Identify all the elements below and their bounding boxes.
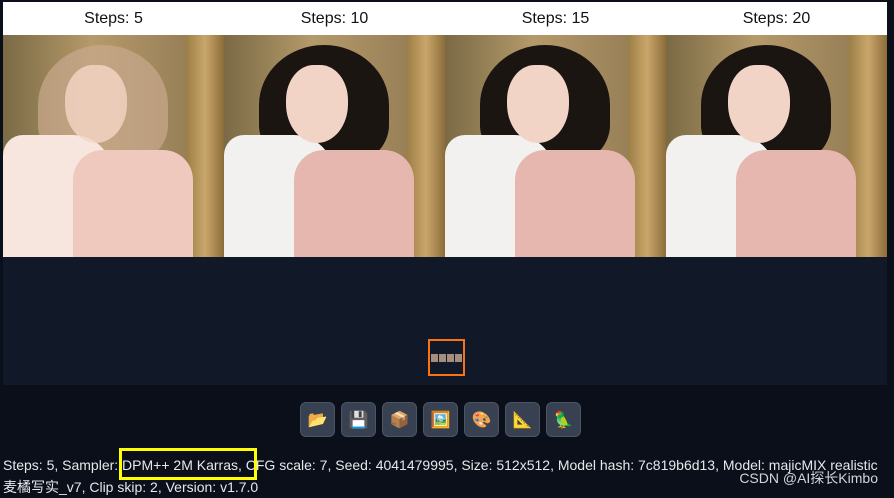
column-header-steps-10: Steps: 10 bbox=[300, 10, 369, 27]
column-header-steps-5: Steps: 5 bbox=[84, 10, 143, 27]
floppy-disk-icon: 💾 bbox=[348, 411, 369, 429]
parrot-icon: 🦜 bbox=[553, 411, 574, 429]
save-button[interactable]: 💾 bbox=[341, 402, 376, 437]
palette-icon: 🎨 bbox=[471, 411, 492, 429]
zip-button[interactable]: 📦 bbox=[382, 402, 417, 437]
send-to-extras-button[interactable]: 📐 bbox=[505, 402, 540, 437]
generated-image-steps-5[interactable] bbox=[3, 35, 224, 257]
output-toolbar: 📂 💾 📦 🖼️ 🎨 📐 🦜 bbox=[300, 402, 581, 439]
xy-plot-images[interactable] bbox=[3, 35, 887, 257]
generated-image-steps-15[interactable] bbox=[445, 35, 666, 257]
result-grid-panel: Steps: 5 Steps: 10 Steps: 15 Steps: 20 bbox=[3, 2, 887, 385]
send-to-parrot-button[interactable]: 🦜 bbox=[546, 402, 581, 437]
send-to-img2img-button[interactable]: 🖼️ bbox=[423, 402, 458, 437]
column-header-steps-15: Steps: 15 bbox=[521, 10, 590, 27]
send-to-inpaint-button[interactable]: 🎨 bbox=[464, 402, 499, 437]
gallery-thumbnail[interactable] bbox=[428, 339, 465, 376]
sampler-highlight-box bbox=[119, 448, 257, 480]
column-header-steps-20: Steps: 20 bbox=[742, 10, 811, 27]
generated-image-steps-10[interactable] bbox=[224, 35, 445, 257]
package-icon: 📦 bbox=[389, 411, 410, 429]
open-folder-button[interactable]: 📂 bbox=[300, 402, 335, 437]
folder-icon: 📂 bbox=[307, 411, 328, 429]
triangular-ruler-icon: 📐 bbox=[512, 411, 533, 429]
xy-plot-header: Steps: 5 Steps: 10 Steps: 15 Steps: 20 bbox=[3, 2, 887, 35]
framed-picture-icon: 🖼️ bbox=[430, 411, 451, 429]
watermark: CSDN @AI探长Kimbo bbox=[739, 470, 878, 486]
generated-image-steps-20[interactable] bbox=[666, 35, 887, 257]
